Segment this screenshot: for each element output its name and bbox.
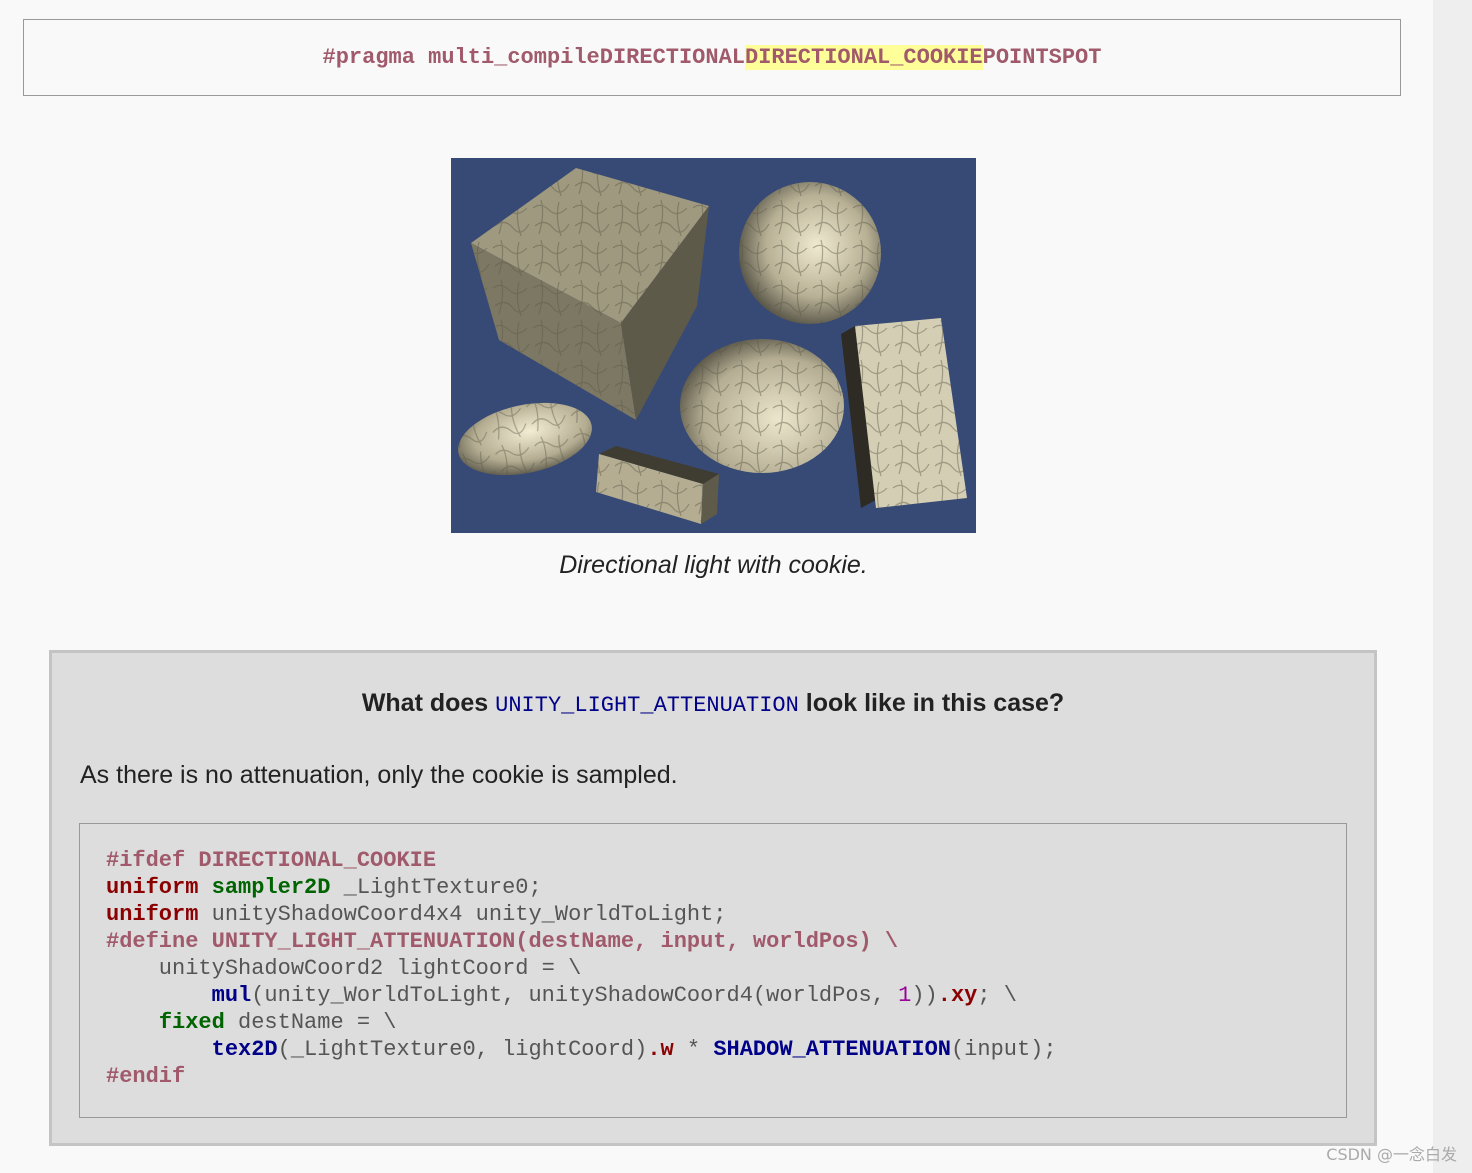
code-macro-shadow-attenuation: SHADOW_ATTENUATION [713, 1037, 951, 1062]
heading-keyword: UNITY_LIGHT_ATTENUATION [495, 693, 799, 718]
code-dot: . [937, 983, 951, 1008]
cookie-lighting-render-image [451, 158, 976, 533]
code-type-sampler2d: sampler2D [211, 875, 331, 900]
code-text: unityShadowCoord4x4 unity_WorldToLight; [198, 902, 727, 927]
code-line-define: #define UNITY_LIGHT_ATTENUATION(destName… [106, 929, 899, 954]
info-heading: What does UNITY_LIGHT_ATTENUATION look l… [52, 689, 1374, 718]
watermark: CSDN @一念白发 [1326, 1145, 1457, 1164]
info-paragraph: As there is no attenuation, only the coo… [80, 761, 678, 789]
code-number: 1 [898, 983, 912, 1008]
code-text: (unity_WorldToLight, unityShadowCoord4(w… [251, 983, 899, 1008]
code-operator: * [673, 1037, 714, 1062]
figure-caption: Directional light with cookie. [559, 551, 868, 579]
pragma-directive: #pragma multi_compile [322, 45, 600, 70]
code-text: unityShadowCoord2 lightCoord = \ [106, 956, 582, 981]
code-func-mul: mul [211, 983, 252, 1008]
heading-text-after: look like in this case? [798, 689, 1065, 717]
pragma-code-box: #pragma multi_compile DIRECTIONAL DIRECT… [23, 19, 1401, 96]
keyword-directional: DIRECTIONAL [599, 45, 745, 70]
code-text: )) [911, 983, 938, 1008]
code-keyword-uniform: uniform [106, 875, 199, 900]
page-scroll-gutter [1433, 0, 1472, 1173]
keyword-spot: SPOT [1048, 45, 1102, 70]
heading-text-before: What does [361, 689, 496, 717]
shader-code: #ifdef DIRECTIONAL_COOKIE uniform sample… [106, 847, 1057, 1090]
code-text: (input); [950, 1037, 1057, 1062]
code-func-tex2d: tex2D [211, 1037, 278, 1062]
keyword-point: POINT [982, 45, 1049, 70]
code-text: (_LightTexture0, lightCoord) [277, 1037, 648, 1062]
code-keyword-uniform: uniform [106, 902, 199, 927]
code-block: #ifdef DIRECTIONAL_COOKIE uniform sample… [79, 823, 1347, 1118]
code-type-fixed: fixed [158, 1010, 225, 1035]
keyword-directional-cookie-highlighted: DIRECTIONAL_COOKIE [745, 45, 983, 70]
code-line-endif: #endif [106, 1064, 186, 1089]
code-member-xy: xy [950, 983, 978, 1008]
info-box: What does UNITY_LIGHT_ATTENUATION look l… [49, 650, 1377, 1146]
code-member-w: w [660, 1037, 674, 1062]
code-line-ifdef: #ifdef DIRECTIONAL_COOKIE [106, 848, 437, 873]
code-text: destName = \ [224, 1010, 397, 1035]
code-text: _LightTexture0; [330, 875, 542, 900]
code-dot: . [647, 1037, 661, 1062]
code-text: ; \ [977, 983, 1017, 1008]
